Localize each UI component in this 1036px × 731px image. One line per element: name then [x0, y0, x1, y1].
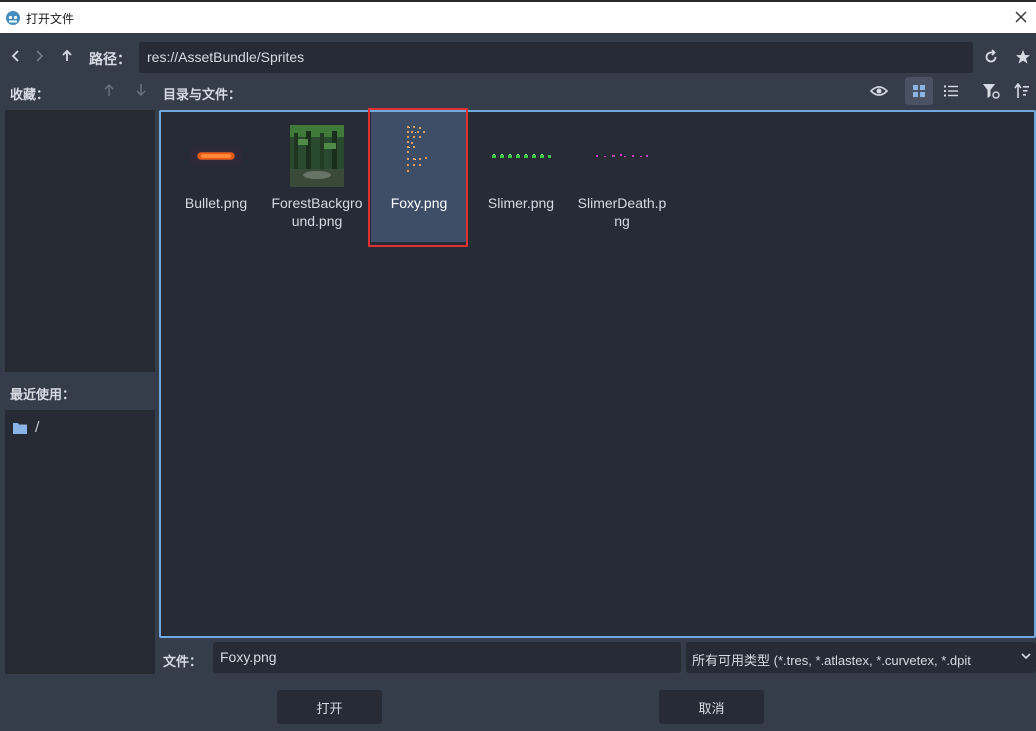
- file-grid[interactable]: Bullet.png ForestBackground.png Foxy.png…: [159, 110, 1036, 638]
- slimer-thumbnail: [479, 124, 563, 188]
- arrow-down-icon: [136, 84, 146, 96]
- forward-button[interactable]: [29, 46, 49, 66]
- refresh-icon: [985, 49, 997, 63]
- file-name: ForestBackground.png: [271, 195, 363, 229]
- file-item-forest-background[interactable]: ForestBackground.png: [269, 112, 365, 242]
- eye-icon: [870, 86, 888, 96]
- filename-label: 文件：: [163, 655, 203, 670]
- file-item-foxy[interactable]: Foxy.png: [371, 112, 467, 242]
- chevron-left-icon: [11, 50, 19, 62]
- recent-list[interactable]: /: [5, 410, 155, 674]
- file-item-bullet[interactable]: Bullet.png: [168, 112, 264, 242]
- filter-button[interactable]: [977, 77, 1005, 105]
- sort-icon: [1014, 83, 1029, 98]
- close-icon[interactable]: [1012, 8, 1030, 26]
- foxy-thumbnail: [391, 124, 447, 188]
- file-name: Slimer.png: [487, 195, 555, 211]
- forest-thumbnail: [289, 124, 345, 188]
- cancel-button[interactable]: 取消: [659, 690, 764, 724]
- file-type-value: 所有可用类型 (*.tres, *.atlastex, *.curvetex, …: [692, 653, 971, 668]
- path-input[interactable]: res://AssetBundle/Sprites: [139, 42, 973, 73]
- file-item-slimer-death[interactable]: SlimerDeath.png: [574, 112, 670, 242]
- arrow-up-icon: [62, 49, 72, 61]
- file-name: Foxy.png: [390, 195, 448, 211]
- recent-label: 最近使用：: [10, 388, 76, 403]
- file-type-select[interactable]: 所有可用类型 (*.tres, *.atlastex, *.curvetex, …: [686, 642, 1036, 673]
- refresh-button[interactable]: [980, 46, 1002, 68]
- file-name: SlimerDeath.png: [577, 195, 667, 229]
- godot-icon: [6, 11, 20, 25]
- parent-dir-button[interactable]: [57, 46, 77, 66]
- favorites-list[interactable]: [5, 110, 155, 372]
- folder-icon: [13, 422, 27, 434]
- grid-view-button[interactable]: [905, 77, 933, 105]
- chevron-right-icon: [36, 50, 43, 62]
- recent-item-root[interactable]: /: [13, 420, 39, 435]
- open-button[interactable]: 打开: [277, 690, 382, 724]
- back-button[interactable]: [6, 46, 26, 66]
- slimer-death-thumbnail: [580, 124, 664, 188]
- grid-icon: [913, 85, 925, 97]
- list-icon: [944, 85, 958, 97]
- star-icon: [1016, 50, 1030, 64]
- recent-item-label: /: [35, 420, 40, 435]
- arrow-up-icon: [104, 84, 114, 96]
- filename-input[interactable]: Foxy.png: [213, 642, 681, 673]
- files-label: 目录与文件：: [163, 88, 242, 103]
- favorite-move-down-button[interactable]: [130, 79, 152, 101]
- title-bar: 打开文件: [0, 0, 1036, 33]
- list-view-button[interactable]: [937, 77, 965, 105]
- file-item-slimer[interactable]: Slimer.png: [473, 112, 569, 242]
- chevron-down-icon: [1021, 653, 1031, 660]
- filter-icon: [983, 84, 1000, 99]
- path-label: 路径：: [89, 52, 131, 68]
- file-name: Bullet.png: [184, 195, 248, 211]
- path-toolbar: 路径： res://AssetBundle/Sprites: [0, 33, 1036, 79]
- favorite-button[interactable]: [1012, 46, 1034, 68]
- favorite-move-up-button[interactable]: [98, 79, 120, 101]
- file-dialog: 路径： res://AssetBundle/Sprites 收藏： 最近使用： …: [0, 33, 1036, 731]
- favorites-label: 收藏：: [10, 88, 50, 103]
- bullet-thumbnail: [188, 124, 244, 188]
- window-title: 打开文件: [26, 12, 75, 26]
- toggle-hidden-button[interactable]: [865, 77, 893, 105]
- sort-button[interactable]: [1008, 77, 1036, 105]
